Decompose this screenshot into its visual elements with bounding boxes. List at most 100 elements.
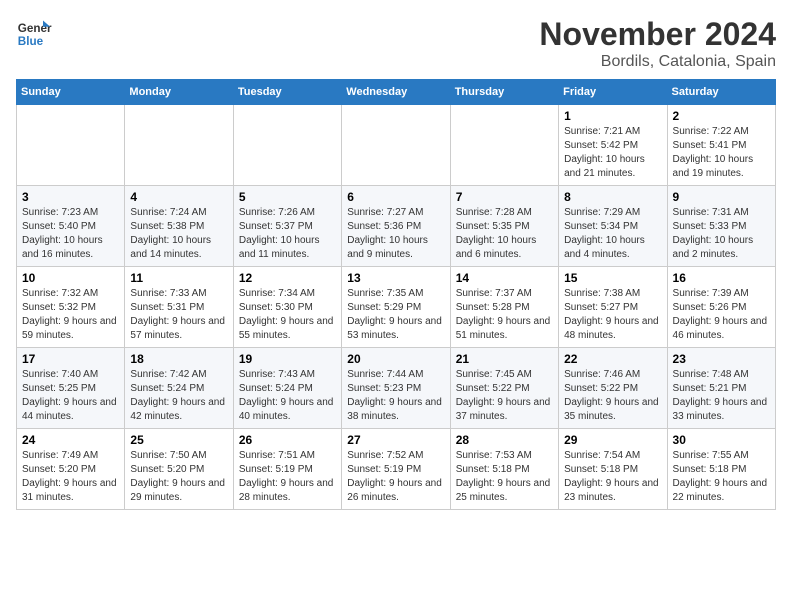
calendar-cell: 10Sunrise: 7:32 AM Sunset: 5:32 PM Dayli… (17, 267, 125, 348)
day-number: 17 (22, 352, 119, 366)
day-number: 26 (239, 433, 336, 447)
day-info: Sunrise: 7:29 AM Sunset: 5:34 PM Dayligh… (564, 206, 661, 262)
day-number: 11 (130, 271, 227, 285)
day-number: 20 (347, 352, 444, 366)
calendar-week-2: 3 Sunrise: 7:23 AM Sunset: 5:40 PM Daylig… (17, 186, 776, 267)
calendar-cell: 2Sunrise: 7:22 AM Sunset: 5:41 PM Daylig… (667, 105, 775, 186)
day-info: Sunrise: 7:21 AM Sunset: 5:42 PM Dayligh… (564, 125, 661, 181)
calendar-cell: 28 Sunrise: 7:53 AM Sunset: 5:18 PM Dayli… (450, 429, 558, 510)
logo: General Blue (16, 16, 52, 52)
day-number: 16 (673, 271, 770, 285)
day-number: 30 (673, 433, 770, 447)
calendar-cell: 4 Sunrise: 7:24 AM Sunset: 5:38 PM Daylig… (125, 186, 233, 267)
calendar-cell: 3 Sunrise: 7:23 AM Sunset: 5:40 PM Daylig… (17, 186, 125, 267)
calendar-week-3: 10Sunrise: 7:32 AM Sunset: 5:32 PM Dayli… (17, 267, 776, 348)
col-tuesday: Tuesday (233, 80, 341, 105)
day-info: Sunrise: 7:44 AM Sunset: 5:23 PM Dayligh… (347, 368, 444, 424)
day-number: 4 (130, 190, 227, 204)
calendar-week-5: 24 Sunrise: 7:49 AM Sunset: 5:20 PM Dayli… (17, 429, 776, 510)
day-number: 3 (22, 190, 119, 204)
month-title: November 2024 (539, 16, 776, 53)
day-info: Sunrise: 7:37 AM Sunset: 5:28 PM Dayligh… (456, 287, 553, 343)
day-info: Sunrise: 7:51 AM Sunset: 5:19 PM Dayligh… (239, 449, 336, 505)
day-info: Sunrise: 7:54 AM Sunset: 5:18 PM Dayligh… (564, 449, 661, 505)
day-info: Sunrise: 7:45 AM Sunset: 5:22 PM Dayligh… (456, 368, 553, 424)
calendar-cell: 7 Sunrise: 7:28 AM Sunset: 5:35 PM Daylig… (450, 186, 558, 267)
day-info: Sunrise: 7:50 AM Sunset: 5:20 PM Dayligh… (130, 449, 227, 505)
calendar-cell: 1Sunrise: 7:21 AM Sunset: 5:42 PM Daylig… (559, 105, 667, 186)
title-area: November 2024 Bordils, Catalonia, Spain (539, 16, 776, 71)
day-number: 18 (130, 352, 227, 366)
day-info: Sunrise: 7:26 AM Sunset: 5:37 PM Dayligh… (239, 206, 336, 262)
calendar-cell: 23 Sunrise: 7:48 AM Sunset: 5:21 PM Dayli… (667, 348, 775, 429)
day-number: 8 (564, 190, 661, 204)
calendar-cell: 29 Sunrise: 7:54 AM Sunset: 5:18 PM Dayli… (559, 429, 667, 510)
day-number: 7 (456, 190, 553, 204)
day-info: Sunrise: 7:24 AM Sunset: 5:38 PM Dayligh… (130, 206, 227, 262)
col-saturday: Saturday (667, 80, 775, 105)
calendar-week-1: 1Sunrise: 7:21 AM Sunset: 5:42 PM Daylig… (17, 105, 776, 186)
calendar-cell: 26 Sunrise: 7:51 AM Sunset: 5:19 PM Dayli… (233, 429, 341, 510)
day-number: 29 (564, 433, 661, 447)
calendar-cell: 19Sunrise: 7:43 AM Sunset: 5:24 PM Dayli… (233, 348, 341, 429)
day-info: Sunrise: 7:43 AM Sunset: 5:24 PM Dayligh… (239, 368, 336, 424)
day-number: 13 (347, 271, 444, 285)
day-number: 5 (239, 190, 336, 204)
calendar-cell: 17 Sunrise: 7:40 AM Sunset: 5:25 PM Dayli… (17, 348, 125, 429)
calendar-cell: 25 Sunrise: 7:50 AM Sunset: 5:20 PM Dayli… (125, 429, 233, 510)
col-sunday: Sunday (17, 80, 125, 105)
day-number: 28 (456, 433, 553, 447)
calendar-cell (450, 105, 558, 186)
day-info: Sunrise: 7:27 AM Sunset: 5:36 PM Dayligh… (347, 206, 444, 262)
calendar-cell: 18 Sunrise: 7:42 AM Sunset: 5:24 PM Dayli… (125, 348, 233, 429)
calendar-header-row: Sunday Monday Tuesday Wednesday Thursday… (17, 80, 776, 105)
svg-text:Blue: Blue (18, 35, 44, 48)
day-info: Sunrise: 7:53 AM Sunset: 5:18 PM Dayligh… (456, 449, 553, 505)
calendar-cell (233, 105, 341, 186)
day-info: Sunrise: 7:42 AM Sunset: 5:24 PM Dayligh… (130, 368, 227, 424)
calendar-cell: 6Sunrise: 7:27 AM Sunset: 5:36 PM Daylig… (342, 186, 450, 267)
day-info: Sunrise: 7:55 AM Sunset: 5:18 PM Dayligh… (673, 449, 770, 505)
day-info: Sunrise: 7:23 AM Sunset: 5:40 PM Dayligh… (22, 206, 119, 262)
day-info: Sunrise: 7:52 AM Sunset: 5:19 PM Dayligh… (347, 449, 444, 505)
calendar-cell: 24 Sunrise: 7:49 AM Sunset: 5:20 PM Dayli… (17, 429, 125, 510)
calendar-week-4: 17 Sunrise: 7:40 AM Sunset: 5:25 PM Dayli… (17, 348, 776, 429)
logo-icon: General Blue (16, 16, 52, 52)
day-number: 25 (130, 433, 227, 447)
day-number: 9 (673, 190, 770, 204)
day-info: Sunrise: 7:31 AM Sunset: 5:33 PM Dayligh… (673, 206, 770, 262)
col-thursday: Thursday (450, 80, 558, 105)
calendar-cell (342, 105, 450, 186)
day-number: 23 (673, 352, 770, 366)
day-info: Sunrise: 7:35 AM Sunset: 5:29 PM Dayligh… (347, 287, 444, 343)
day-info: Sunrise: 7:48 AM Sunset: 5:21 PM Dayligh… (673, 368, 770, 424)
calendar-cell: 15Sunrise: 7:38 AM Sunset: 5:27 PM Dayli… (559, 267, 667, 348)
calendar-cell (17, 105, 125, 186)
day-number: 24 (22, 433, 119, 447)
calendar-cell: 13 Sunrise: 7:35 AM Sunset: 5:29 PM Dayli… (342, 267, 450, 348)
col-friday: Friday (559, 80, 667, 105)
day-info: Sunrise: 7:22 AM Sunset: 5:41 PM Dayligh… (673, 125, 770, 181)
calendar-cell: 11 Sunrise: 7:33 AM Sunset: 5:31 PM Dayli… (125, 267, 233, 348)
calendar-cell: 21 Sunrise: 7:45 AM Sunset: 5:22 PM Dayli… (450, 348, 558, 429)
calendar-cell: 30 Sunrise: 7:55 AM Sunset: 5:18 PM Dayli… (667, 429, 775, 510)
day-info: Sunrise: 7:38 AM Sunset: 5:27 PM Dayligh… (564, 287, 661, 343)
day-number: 14 (456, 271, 553, 285)
page-header: General Blue November 2024 Bordils, Cata… (16, 16, 776, 71)
day-number: 10 (22, 271, 119, 285)
calendar-cell: 27Sunrise: 7:52 AM Sunset: 5:19 PM Dayli… (342, 429, 450, 510)
day-info: Sunrise: 7:49 AM Sunset: 5:20 PM Dayligh… (22, 449, 119, 505)
day-info: Sunrise: 7:34 AM Sunset: 5:30 PM Dayligh… (239, 287, 336, 343)
calendar-cell: 12 Sunrise: 7:34 AM Sunset: 5:30 PM Dayli… (233, 267, 341, 348)
day-info: Sunrise: 7:28 AM Sunset: 5:35 PM Dayligh… (456, 206, 553, 262)
calendar-cell: 22Sunrise: 7:46 AM Sunset: 5:22 PM Dayli… (559, 348, 667, 429)
day-info: Sunrise: 7:40 AM Sunset: 5:25 PM Dayligh… (22, 368, 119, 424)
calendar-cell: 9 Sunrise: 7:31 AM Sunset: 5:33 PM Daylig… (667, 186, 775, 267)
day-info: Sunrise: 7:46 AM Sunset: 5:22 PM Dayligh… (564, 368, 661, 424)
col-wednesday: Wednesday (342, 80, 450, 105)
day-info: Sunrise: 7:39 AM Sunset: 5:26 PM Dayligh… (673, 287, 770, 343)
day-number: 12 (239, 271, 336, 285)
day-info: Sunrise: 7:33 AM Sunset: 5:31 PM Dayligh… (130, 287, 227, 343)
calendar-cell: 8 Sunrise: 7:29 AM Sunset: 5:34 PM Daylig… (559, 186, 667, 267)
day-number: 21 (456, 352, 553, 366)
